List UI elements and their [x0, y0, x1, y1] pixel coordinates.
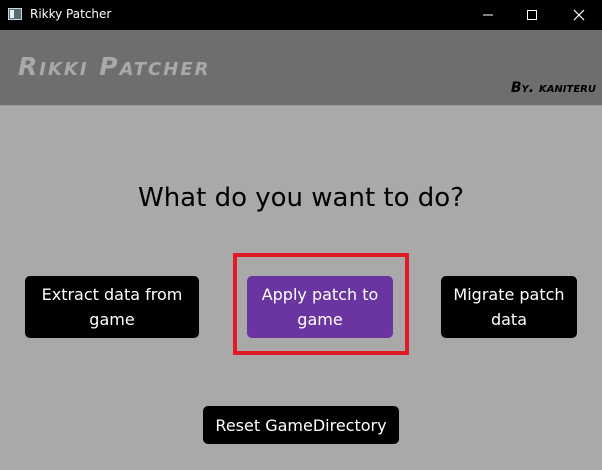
author-credit: By. kaniteru	[510, 80, 596, 96]
migrate-patch-data-button[interactable]: Migrate patch data	[441, 276, 577, 338]
page-question: What do you want to do?	[137, 183, 464, 213]
title-bar[interactable]: Rikky Patcher	[0, 0, 602, 30]
app-window: Rikky Patcher Rikki Patcher By. kaniteru…	[0, 0, 602, 470]
window-title: Rikky Patcher	[30, 7, 112, 21]
app-name: Rikki Patcher	[18, 52, 211, 81]
reset-game-directory-button[interactable]: Reset GameDirectory	[203, 406, 399, 444]
minimize-button[interactable]	[465, 0, 511, 30]
app-icon	[8, 8, 22, 20]
maximize-button[interactable]	[509, 0, 555, 30]
header-divider	[0, 105, 602, 106]
extract-data-button[interactable]: Extract data from game	[25, 276, 199, 338]
close-button[interactable]	[556, 0, 602, 30]
minimize-icon	[483, 14, 493, 16]
maximize-icon	[527, 10, 537, 20]
apply-patch-button[interactable]: Apply patch to game	[247, 276, 393, 338]
header-banner: Rikki Patcher By. kaniteru	[0, 30, 602, 105]
close-icon	[573, 9, 585, 21]
